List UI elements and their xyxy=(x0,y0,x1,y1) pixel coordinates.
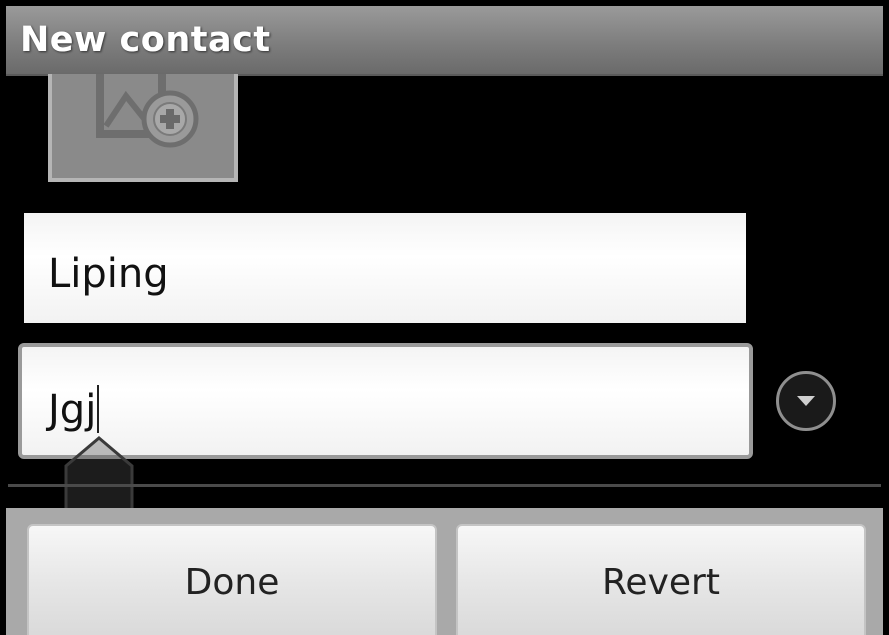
name-field-second-value: Jgj xyxy=(48,387,97,433)
expand-name-fields-button[interactable] xyxy=(776,371,836,431)
revert-button[interactable]: Revert xyxy=(456,524,866,635)
new-contact-screen: New contact Liping Jgj Done Revert xyxy=(0,0,889,635)
title-bar: New contact xyxy=(6,6,883,76)
name-field-first[interactable]: Liping xyxy=(24,213,746,323)
done-button[interactable]: Done xyxy=(27,524,437,635)
contact-photo-button[interactable] xyxy=(48,74,238,182)
button-bar: Done Revert xyxy=(6,508,883,635)
text-cursor xyxy=(97,385,100,433)
name-field-first-value: Liping xyxy=(48,251,169,297)
add-photo-icon xyxy=(96,74,199,148)
page-title: New contact xyxy=(20,20,271,60)
divider xyxy=(8,484,881,487)
chevron-down-icon xyxy=(797,396,815,406)
